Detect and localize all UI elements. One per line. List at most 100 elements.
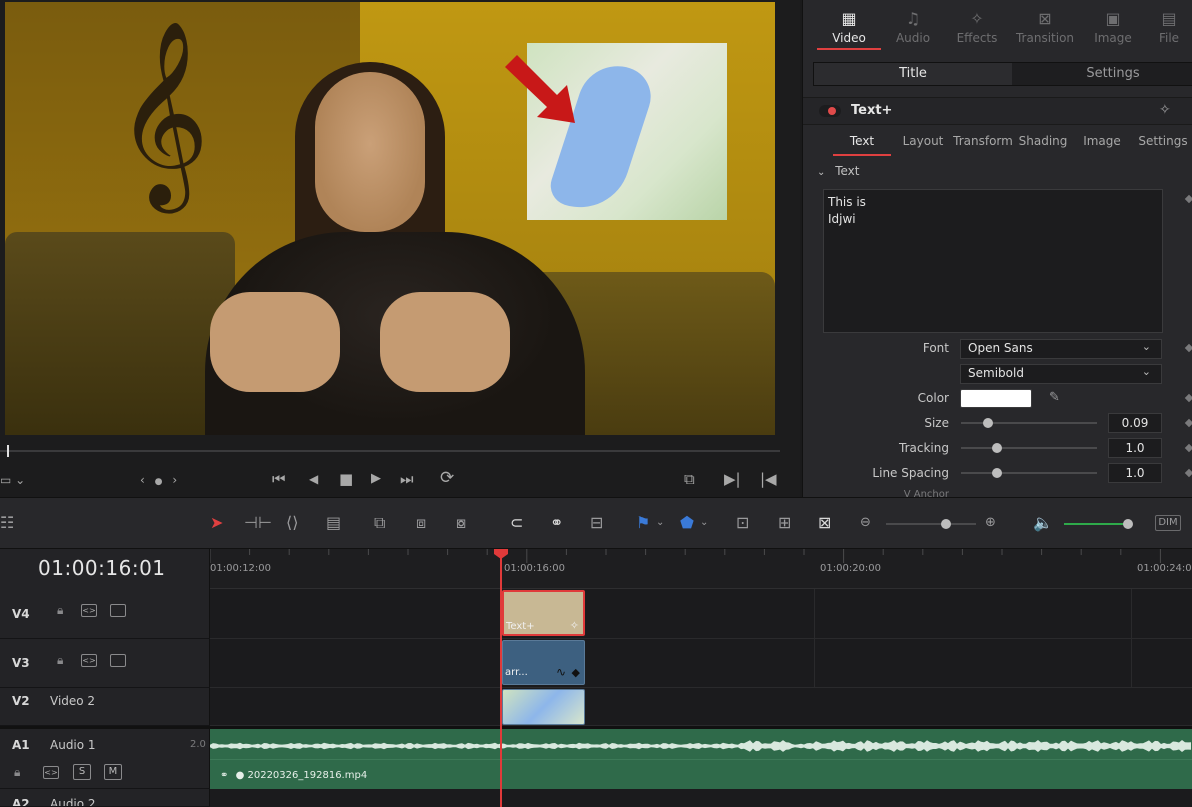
mute-button[interactable]: M bbox=[104, 764, 122, 780]
zoom-slider-knob[interactable] bbox=[941, 519, 951, 529]
volume-slider-knob[interactable] bbox=[1123, 519, 1133, 529]
lane-v3[interactable]: arr... ∿ ◆ bbox=[210, 639, 1192, 688]
tab-image[interactable]: ▣ Image bbox=[1081, 0, 1145, 52]
lane-v2[interactable] bbox=[210, 688, 1192, 726]
scrubber-playhead[interactable] bbox=[7, 445, 9, 457]
lock-icon[interactable]: 🔒︎ bbox=[14, 765, 20, 780]
overwrite-clip-icon[interactable]: ⧈ bbox=[416, 514, 426, 532]
tab-transition[interactable]: ⊠ Transition bbox=[1013, 0, 1077, 52]
magic-wand-icon[interactable]: ✧ bbox=[1159, 102, 1171, 118]
prev-frame-icon[interactable]: ◀ bbox=[309, 471, 318, 487]
trim-tool-icon[interactable]: ⊣⊢ bbox=[244, 514, 272, 532]
prop-tab-layout[interactable]: Layout bbox=[899, 128, 947, 154]
text-plus-clip[interactable]: Text+ ✧ bbox=[502, 590, 585, 636]
dynamic-trim-icon[interactable]: ⟨⟩ bbox=[286, 514, 298, 532]
track-name[interactable]: Audio 2 bbox=[50, 797, 96, 806]
arrow-fusion-clip[interactable]: arr... ∿ ◆ bbox=[502, 640, 585, 685]
clip-nav[interactable]: ‹ ● › bbox=[140, 472, 177, 490]
loop-icon[interactable]: ⟳ bbox=[440, 470, 454, 487]
font-style-dropdown[interactable]: Semibold ⌄ bbox=[960, 364, 1162, 384]
scrubber-track[interactable] bbox=[0, 450, 780, 452]
lane-v4[interactable]: Text+ ✧ bbox=[210, 589, 1192, 639]
prop-tab-shading[interactable]: Shading bbox=[1017, 128, 1069, 154]
snapping-icon[interactable]: ⊂ bbox=[510, 514, 523, 532]
zoom-slider[interactable] bbox=[886, 523, 976, 525]
tab-audio[interactable]: ♫ Audio bbox=[881, 0, 945, 52]
track-name[interactable]: Audio 1 bbox=[50, 738, 96, 752]
map-image-clip[interactable] bbox=[502, 689, 585, 725]
tab-video[interactable]: ▦ Video bbox=[817, 0, 881, 52]
tab-file[interactable]: ▤ File bbox=[1145, 0, 1192, 52]
prop-tab-image[interactable]: Image bbox=[1079, 128, 1125, 154]
mark-out-icon[interactable]: ▶| bbox=[724, 471, 741, 487]
lock-icon[interactable]: 🔒︎ bbox=[57, 603, 63, 618]
zoom-custom-icon[interactable]: ⊠ bbox=[818, 514, 831, 532]
keyframe-icon[interactable] bbox=[1184, 393, 1192, 403]
volume-slider[interactable] bbox=[1064, 523, 1130, 525]
font-dropdown[interactable]: Open Sans ⌄ bbox=[960, 339, 1162, 359]
subtab-title[interactable]: Title bbox=[814, 63, 1012, 85]
speaker-icon[interactable]: 🔈 bbox=[1033, 514, 1053, 532]
insert-clip-icon[interactable]: ⧉ bbox=[374, 514, 385, 532]
flag-icon[interactable]: ⚑ bbox=[636, 514, 650, 532]
audio-clip[interactable]: ⚭ ● 20220326_192816.mp4 bbox=[210, 729, 1192, 789]
subtab-settings[interactable]: Settings bbox=[1014, 63, 1192, 85]
timeline-ruler[interactable]: 01:00:12:00 01:00:16:00 01:00:20:00 01:0… bbox=[210, 549, 1192, 589]
replace-clip-icon[interactable]: ⧇ bbox=[456, 514, 466, 532]
keyframe-icon[interactable] bbox=[1184, 194, 1192, 204]
color-swatch[interactable] bbox=[960, 389, 1032, 408]
chevron-down-icon[interactable]: ⌄ bbox=[656, 514, 664, 532]
zoom-in-icon[interactable]: ⊕ bbox=[985, 514, 996, 532]
tracking-value[interactable]: 1.0 bbox=[1108, 438, 1162, 458]
play-icon[interactable]: ▶ bbox=[371, 471, 381, 487]
keyframe-icon[interactable] bbox=[1184, 418, 1192, 428]
prop-tab-text[interactable]: Text bbox=[833, 128, 891, 154]
viewer-options-icon[interactable]: ▭ ⌄ bbox=[0, 472, 25, 488]
zoom-full-icon[interactable]: ⊡ bbox=[736, 514, 749, 532]
prop-tab-settings[interactable]: Settings bbox=[1137, 128, 1189, 154]
size-slider-knob[interactable] bbox=[983, 418, 993, 428]
line-spacing-value[interactable]: 1.0 bbox=[1108, 463, 1162, 483]
keyframe-icon[interactable] bbox=[1184, 343, 1192, 353]
text-section-header[interactable]: ⌄ Text bbox=[817, 164, 860, 178]
auto-select-icon[interactable]: <> bbox=[43, 766, 59, 779]
chevron-down-icon[interactable]: ⌄ bbox=[700, 514, 708, 532]
video-preview[interactable]: 𝄞 bbox=[5, 2, 775, 435]
track-name[interactable]: Video 2 bbox=[50, 694, 95, 708]
prop-tab-transform[interactable]: Transform bbox=[953, 128, 1013, 154]
effect-enable-toggle[interactable] bbox=[819, 105, 841, 117]
go-last-icon[interactable]: ⏭ bbox=[400, 471, 414, 487]
timecode-display[interactable]: 01:00:16:01 bbox=[38, 556, 166, 580]
auto-select-icon[interactable]: <> bbox=[81, 604, 97, 617]
line-spacing-slider[interactable] bbox=[961, 472, 1097, 474]
eyedropper-icon[interactable]: ✎ bbox=[1049, 390, 1060, 405]
size-slider[interactable] bbox=[961, 422, 1097, 424]
go-first-icon[interactable]: ⏮ bbox=[272, 471, 286, 487]
text-input[interactable]: This is Idjwi bbox=[823, 189, 1163, 333]
selection-tool-icon[interactable]: ➤ bbox=[210, 514, 223, 532]
stop-icon[interactable]: ■ bbox=[339, 471, 353, 487]
tracking-slider-knob[interactable] bbox=[992, 443, 1002, 453]
clip-nav-next-icon[interactable]: › bbox=[172, 473, 177, 487]
keyframe-icon[interactable] bbox=[1184, 443, 1192, 453]
match-frame-icon[interactable]: ⧉ bbox=[684, 471, 695, 487]
playhead[interactable] bbox=[500, 549, 502, 807]
mark-in-icon[interactable]: |◀ bbox=[760, 471, 777, 487]
auto-select-icon[interactable]: <> bbox=[81, 654, 97, 667]
size-value[interactable]: 0.09 bbox=[1108, 413, 1162, 433]
position-lock-icon[interactable]: ⊟ bbox=[590, 514, 603, 532]
timeline-view-options-icon[interactable]: ☷ bbox=[0, 514, 14, 532]
track-enable-icon[interactable] bbox=[110, 604, 126, 617]
clip-nav-prev-icon[interactable]: ‹ bbox=[140, 473, 145, 487]
lane-a2[interactable] bbox=[210, 789, 1192, 807]
dim-button[interactable]: DIM bbox=[1155, 515, 1181, 531]
tab-effects[interactable]: ✧ Effects bbox=[945, 0, 1009, 52]
linked-selection-icon[interactable]: ⚭ bbox=[550, 514, 563, 532]
zoom-detail-icon[interactable]: ⊞ bbox=[778, 514, 791, 532]
blade-tool-icon[interactable]: ▤ bbox=[326, 514, 341, 532]
marker-icon[interactable]: ⬟ bbox=[680, 514, 694, 532]
solo-button[interactable]: S bbox=[73, 764, 91, 780]
tracking-slider[interactable] bbox=[961, 447, 1097, 449]
track-enable-icon[interactable] bbox=[110, 654, 126, 667]
keyframe-icon[interactable] bbox=[1184, 468, 1192, 478]
